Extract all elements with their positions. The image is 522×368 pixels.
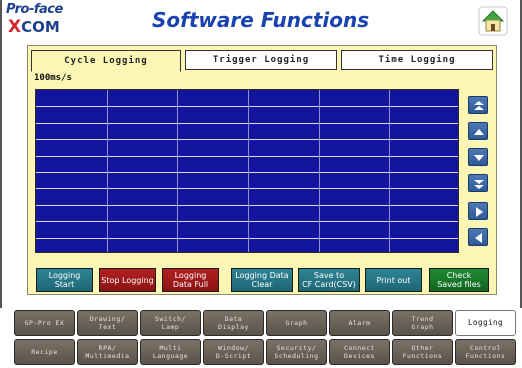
graph-vertical-gridline — [106, 90, 108, 252]
home-icon[interactable] — [478, 6, 508, 36]
header: Pro-face XCOM Software Functions — [2, 0, 520, 44]
nav-button-data-display[interactable]: Data Display — [203, 310, 264, 336]
scroll-left-icon[interactable] — [468, 228, 488, 246]
graph-horizontal-gridline — [36, 221, 458, 223]
scroll-top-icon[interactable] — [468, 96, 488, 114]
nav-button-recipe[interactable]: Recipe — [14, 339, 75, 365]
nav-button-graph[interactable]: Graph — [266, 310, 327, 336]
scroll-down-icon[interactable] — [468, 148, 488, 166]
graph-vertical-gridline — [248, 90, 249, 252]
logging-graph — [35, 89, 459, 253]
nav-button-switch-lamp[interactable]: Switch/Lamp — [140, 310, 201, 336]
logo-x: X — [8, 17, 22, 37]
scroll-bottom-icon[interactable] — [468, 174, 488, 192]
tab-time-logging[interactable]: Time Logging — [341, 50, 493, 70]
logo-bottom-text: XCOM — [8, 17, 60, 37]
stop-logging-button[interactable]: Stop Logging — [99, 268, 156, 292]
nav-button-alarm[interactable]: Alarm — [329, 310, 390, 336]
logging-data-full-button[interactable]: Logging Data Full — [162, 268, 219, 292]
nav-button-other-functions[interactable]: Other Functions — [392, 339, 453, 365]
nav-button-rpa-multimedia[interactable]: RPA/Multimedia — [77, 339, 138, 365]
graph-vertical-gridline — [177, 90, 179, 252]
logging-data-clear-button[interactable]: Logging Data Clear — [231, 268, 293, 292]
nav-button-control-functions[interactable]: Control Functions — [455, 339, 516, 365]
logging-start-button[interactable]: Logging Start — [36, 268, 93, 292]
graph-horizontal-gridline — [36, 155, 458, 157]
tab-bar: Cycle Logging Trigger Logging Time Loggi… — [28, 46, 496, 72]
logo-top-text: Pro-face — [6, 2, 63, 17]
logo-com: COM — [21, 18, 60, 36]
scroll-right-icon[interactable] — [468, 202, 488, 220]
page-title: Software Functions — [152, 8, 370, 32]
time-unit-label: 100ms/s — [34, 73, 72, 83]
graph-vertical-gridline — [389, 90, 391, 252]
tab-trigger-logging[interactable]: Trigger Logging — [185, 50, 337, 70]
nav-button-multi-language[interactable]: Multi Language — [140, 339, 201, 365]
logging-panel: Cycle Logging Trigger Logging Time Loggi… — [27, 45, 497, 295]
proface-logo: Pro-face XCOM — [6, 2, 64, 40]
scroll-up-icon[interactable] — [468, 122, 488, 140]
graph-horizontal-gridline — [36, 139, 458, 141]
graph-horizontal-gridline — [36, 204, 458, 206]
nav-button-logging[interactable]: Logging — [455, 310, 516, 336]
nav-button-connect-devices[interactable]: Connect Devices — [329, 339, 390, 365]
nav-button-gp-pro-ex[interactable]: GP-Pro EX — [14, 310, 75, 336]
nav-button-window-d-script[interactable]: Window/D-Script — [203, 339, 264, 365]
nav-button-security-scheduling[interactable]: Security/Scheduling — [266, 339, 327, 365]
action-bar: Logging Start Stop Logging Logging Data Fu… — [36, 268, 492, 292]
graph-horizontal-gridline — [36, 122, 458, 124]
graph-vertical-gridline — [318, 90, 320, 252]
nav-button-drawing-text[interactable]: Drawing/Text — [77, 310, 138, 336]
tab-cycle-logging[interactable]: Cycle Logging — [31, 50, 181, 72]
graph-horizontal-gridline — [36, 188, 458, 190]
graph-horizontal-gridline — [36, 106, 458, 108]
bottom-navigation: GP-Pro EX Drawing/Text Switch/Lamp Data Disp… — [0, 308, 522, 368]
nav-button-trend-graph[interactable]: Trend Graph — [392, 310, 453, 336]
graph-horizontal-gridline — [36, 237, 458, 239]
print-out-button[interactable]: Print out — [365, 268, 422, 292]
check-saved-files-button[interactable]: Check Saved files — [429, 268, 489, 292]
graph-horizontal-gridline — [36, 172, 458, 173]
save-to-cf-card-button[interactable]: Save to CF Card(CSV) — [298, 268, 360, 292]
